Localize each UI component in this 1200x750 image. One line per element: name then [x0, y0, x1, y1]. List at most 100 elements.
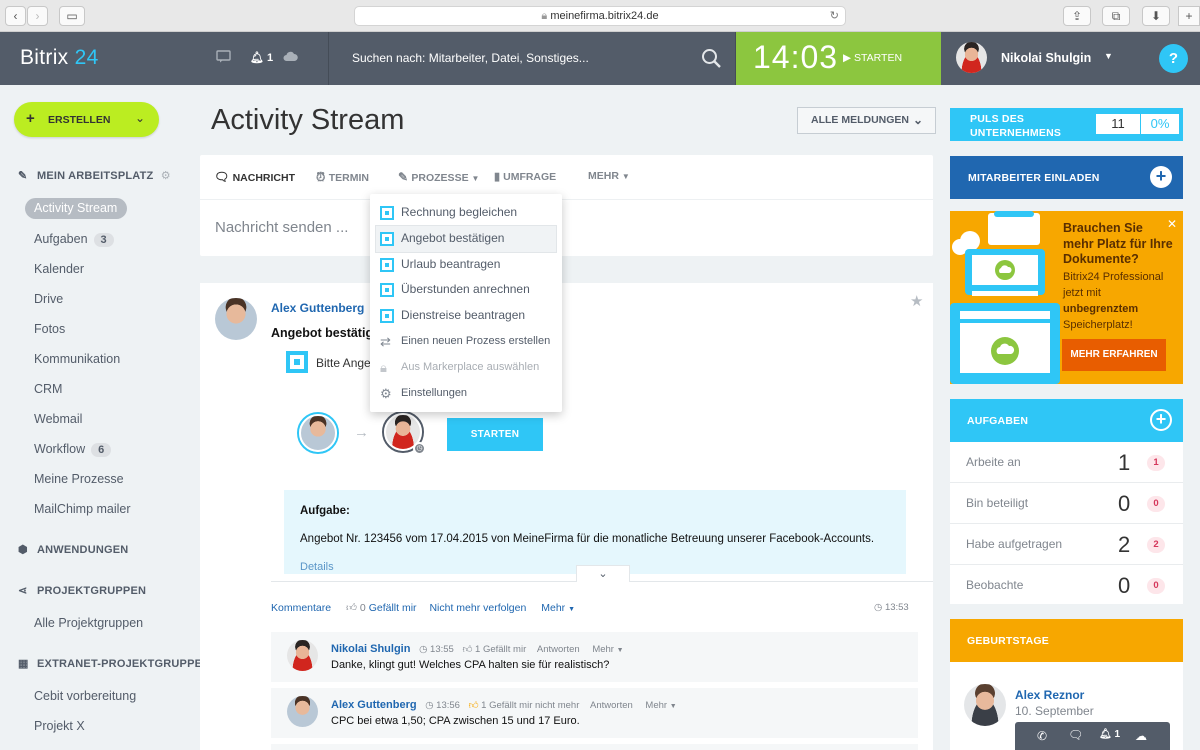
birthday-name[interactable]: Alex Reznor: [1015, 688, 1084, 702]
comment-more[interactable]: Mehr ▼: [592, 644, 623, 655]
company-pulse-widget[interactable]: PULS DES UNTERNEHMENS 11 0%: [950, 108, 1183, 141]
menu-item-ueberstunden[interactable]: Überstunden anrechnen: [370, 277, 562, 303]
tab-termin[interactable]: ⏰︎ TERMIN: [316, 170, 369, 185]
download-icon[interactable]: ⬇: [1142, 6, 1170, 26]
start-process-button[interactable]: STARTEN: [447, 418, 543, 451]
sidebar-toggle-icon[interactable]: ▭: [59, 6, 85, 26]
sidebar-item-meine-prozesse[interactable]: Meine Prozesse: [34, 472, 124, 486]
sidebar-item-activity-stream[interactable]: Activity Stream: [25, 198, 127, 219]
user-menu[interactable]: Nikolai Shulgin ▼: [941, 32, 1136, 85]
more-menu[interactable]: Mehr ▼: [541, 602, 575, 614]
menu-item-new-process[interactable]: ⇄ Einen neuen Prozess erstellen: [370, 329, 562, 355]
tasks-widget-header[interactable]: AUFGABEN +: [950, 399, 1183, 442]
start-label: STARTEN: [854, 52, 903, 64]
tab-prozesse[interactable]: ✎ PROZESSE ▼: [398, 170, 479, 184]
create-button[interactable]: + ERSTELLEN ⌄: [14, 102, 159, 137]
sidebar-item-aufgaben[interactable]: Aufgaben 3: [34, 232, 114, 247]
menu-item-rechnung[interactable]: Rechnung begleichen: [370, 200, 562, 226]
comment-author[interactable]: Nikolai Shulgin: [331, 643, 410, 655]
sidebar-item-mailchimp[interactable]: MailChimp mailer: [34, 502, 131, 516]
star-icon[interactable]: ★: [910, 292, 923, 310]
sidebar-item-cebit[interactable]: Cebit vorbereitung: [34, 689, 136, 703]
tab-mehr[interactable]: MEHR ▼: [588, 170, 630, 182]
sidebar-item-projekt-x[interactable]: Projekt X: [34, 719, 85, 733]
sidebar-item-all-groups[interactable]: Alle Projektgruppen: [34, 616, 143, 630]
expand-button[interactable]: ⌄: [576, 565, 630, 582]
task-row-bin-beteiligt[interactable]: Bin beteiligt 0 0: [950, 483, 1183, 524]
comment-author[interactable]: Alex Guttenberg: [331, 699, 417, 711]
sidebar-item-workflow[interactable]: Workflow 6: [34, 442, 112, 457]
app-logo[interactable]: Bitrix 24: [20, 46, 99, 70]
menu-item-label: Einstellungen: [401, 386, 468, 399]
notification-count: 1: [267, 52, 274, 64]
author-avatar[interactable]: [215, 298, 257, 340]
menu-item-angebot[interactable]: Angebot bestätigen: [375, 224, 557, 253]
menu-item-settings[interactable]: ⚙︎ Einstellungen: [370, 381, 562, 407]
post-author[interactable]: Alex Guttenberg: [271, 301, 364, 315]
notifications-button[interactable]: 🔔︎ 1: [1099, 729, 1120, 740]
start-workday-button[interactable]: ▶︎ STARTEN: [843, 52, 902, 64]
search-icon[interactable]: [701, 48, 722, 69]
menu-item-urlaub[interactable]: Urlaub beantragen: [370, 252, 562, 278]
help-button[interactable]: ?: [1159, 44, 1188, 73]
sidebar-item-crm[interactable]: CRM: [34, 382, 62, 396]
reload-icon[interactable]: ↻: [830, 7, 839, 25]
work-time-widget[interactable]: 14:03 ▶︎ STARTEN: [736, 32, 941, 85]
sidebar-item-fotos[interactable]: Fotos: [34, 322, 65, 336]
filter-dropdown[interactable]: ALLE MELDUNGEN ⌄: [797, 107, 936, 134]
search-bar[interactable]: Suchen nach: Mitarbeiter, Datei, Sonstig…: [328, 32, 736, 85]
section-groups[interactable]: ⋖ PROJEKTGRUPPEN: [18, 584, 146, 597]
reply-link[interactable]: Antworten: [590, 700, 633, 711]
section-extranet[interactable]: ▦ EXTRANET-PROJEKTGRUPPEN: [18, 657, 210, 670]
tabs-icon[interactable]: ⧉: [1102, 6, 1130, 26]
sidebar-item-kommunikation[interactable]: Kommunikation: [34, 352, 120, 366]
share-icon[interactable]: ⇪: [1063, 6, 1091, 26]
post-composer: Nachricht senden ...: [200, 155, 933, 256]
chat-icon[interactable]: 🗨︎: [1068, 728, 1083, 742]
forward-button[interactable]: ›: [27, 6, 48, 26]
sidebar-item-drive[interactable]: Drive: [34, 292, 63, 306]
reply-link[interactable]: Antworten: [537, 644, 580, 655]
tab-umfrage[interactable]: ▮ UMFRAGE: [494, 170, 556, 183]
comments-link[interactable]: Kommentare: [271, 602, 331, 614]
new-tab-button[interactable]: +: [1178, 6, 1200, 26]
sidebar-item-kalender[interactable]: Kalender: [34, 262, 84, 276]
unfollow-link[interactable]: Nicht mehr verfolgen: [429, 602, 526, 614]
search-input[interactable]: Suchen nach: Mitarbeiter, Datei, Sonstig…: [352, 51, 589, 65]
task-row-arbeite-an[interactable]: Arbeite an 1 1: [950, 442, 1183, 483]
task-row-habe-aufgetragen[interactable]: Habe aufgetragen 2 2: [950, 524, 1183, 565]
comment-more[interactable]: Mehr ▼: [645, 700, 676, 711]
section-apps[interactable]: ⬢ ANWENDUNGEN: [18, 543, 128, 556]
divider: [200, 199, 933, 200]
message-input[interactable]: Nachricht senden ...: [215, 219, 348, 236]
cloud-icon[interactable]: ☁︎: [1135, 729, 1147, 743]
section-workplace[interactable]: ✎ MEIN ARBEITSPLATZ ⚙︎: [18, 169, 171, 182]
menu-item-dienstreise[interactable]: Dienstreise beantragen: [370, 303, 562, 329]
birthday-avatar[interactable]: [964, 684, 1006, 726]
plus-icon[interactable]: +: [1150, 166, 1172, 188]
chat-icon[interactable]: [216, 50, 231, 63]
task-row-beobachte[interactable]: Beobachte 0 0: [950, 565, 1183, 606]
cloud-icon[interactable]: [283, 50, 298, 62]
invite-employees-widget[interactable]: MITARBEITER EINLADEN +: [950, 156, 1183, 199]
learn-more-button[interactable]: MEHR ERFAHREN: [1062, 339, 1166, 371]
logo-text: Bitrix: [20, 46, 69, 69]
phone-icon[interactable]: ✆: [1037, 729, 1047, 743]
comment-avatar[interactable]: [287, 640, 318, 671]
gear-icon[interactable]: ⚙︎: [161, 170, 171, 182]
pulse-title-line: PULS DES: [970, 113, 1025, 125]
menu-item-marketplace[interactable]: 🔒︎ Aus Markerplace auswählen: [370, 355, 562, 381]
comment-like[interactable]: 👍︎ 1 Gefällt mir nicht mehr: [469, 700, 580, 711]
tab-nachricht[interactable]: 🗨︎ NACHRICHT: [214, 170, 295, 184]
like-button[interactable]: 👍︎ 0 Gefällt mir: [346, 602, 417, 614]
url-bar[interactable]: 🔒︎ meinefirma.bitrix24.de ↻: [354, 6, 846, 26]
notifications-button[interactable]: 🔔︎ 1: [250, 51, 273, 64]
sidebar-item-webmail[interactable]: Webmail: [34, 412, 82, 426]
plus-icon[interactable]: +: [1150, 409, 1172, 431]
comment-like[interactable]: 👍︎ 1 Gefällt mir: [462, 644, 526, 655]
details-link[interactable]: Details: [300, 561, 334, 573]
back-button[interactable]: ‹: [5, 6, 26, 26]
comment-avatar[interactable]: [287, 696, 318, 727]
task-row-label: Beobachte: [966, 578, 1024, 592]
requester-avatar[interactable]: [297, 412, 339, 454]
